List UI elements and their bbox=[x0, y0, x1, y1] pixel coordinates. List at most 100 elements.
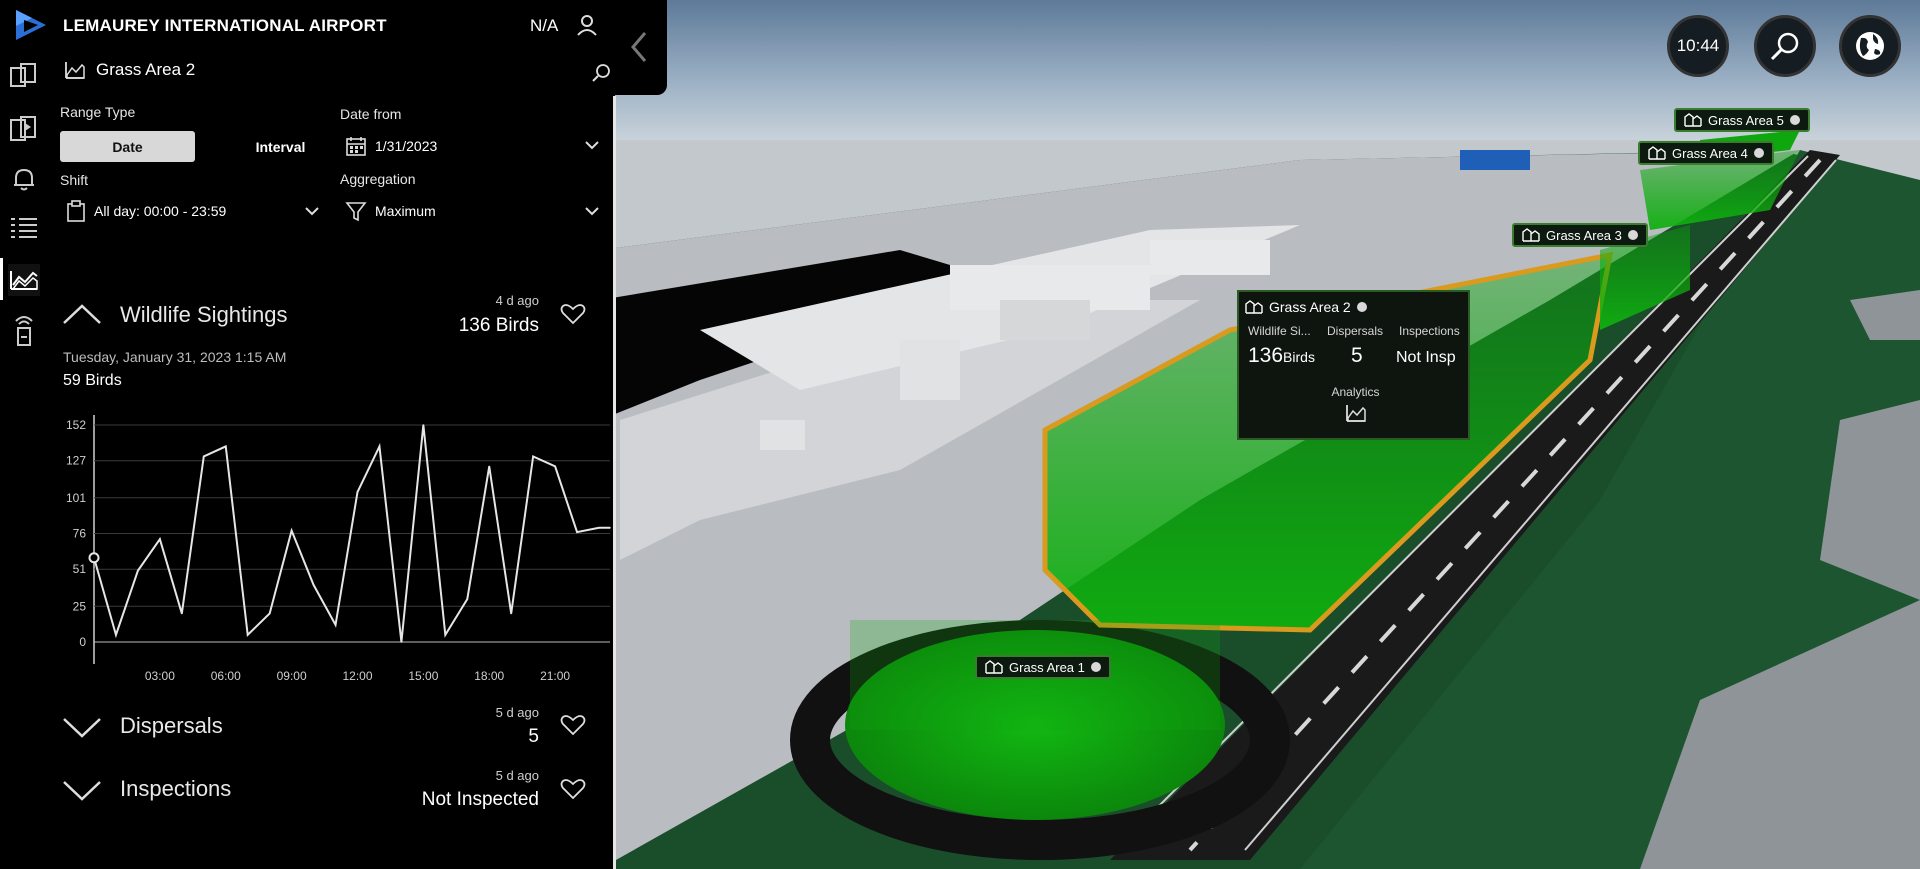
chevron-down-icon[interactable] bbox=[584, 140, 600, 150]
data-point bbox=[181, 612, 183, 615]
range-type-toggle: Date Interval bbox=[60, 131, 350, 162]
chevron-down-icon[interactable] bbox=[62, 779, 102, 801]
data-point bbox=[356, 491, 359, 493]
x-tick-label: 09:00 bbox=[277, 669, 307, 683]
collapse-panel-icon[interactable] bbox=[628, 30, 650, 64]
wildlife-section-title[interactable]: Wildlife Sightings bbox=[120, 302, 288, 328]
status-dot bbox=[1356, 302, 1367, 312]
shift-value: All day: 00:00 - 23:59 bbox=[94, 203, 227, 219]
inspections-ago: 5 d ago bbox=[495, 768, 539, 783]
range-interval-button[interactable]: Interval bbox=[213, 131, 348, 162]
y-tick-label: 152 bbox=[66, 418, 86, 432]
popup-title: Grass Area 2 bbox=[1269, 299, 1351, 315]
map-search-button[interactable] bbox=[1754, 15, 1816, 77]
data-point bbox=[137, 569, 139, 572]
search-icon bbox=[1770, 32, 1799, 61]
data-point bbox=[312, 584, 315, 586]
favorite-heart-icon[interactable] bbox=[560, 303, 586, 325]
data-point bbox=[334, 624, 337, 626]
shift-select[interactable]: All day: 00:00 - 23:59 bbox=[66, 200, 226, 222]
search-icon[interactable] bbox=[591, 63, 611, 83]
map-tag-grass-area-1[interactable]: Grass Area 1 bbox=[975, 655, 1111, 679]
data-point bbox=[115, 634, 117, 636]
y-tick-label: 101 bbox=[66, 491, 86, 505]
popup-header: Grass Area 2 bbox=[1245, 299, 1367, 315]
nav-rail bbox=[0, 0, 48, 869]
globe-button[interactable] bbox=[1839, 15, 1901, 77]
popup-col-dispersals-value: 5 bbox=[1351, 344, 1363, 367]
area-title: Grass Area 2 bbox=[96, 60, 196, 79]
active-indicator bbox=[0, 258, 3, 300]
line-chart-svg[interactable]: 0 25 51 76 101 127 152 03:00 06:00 09:00 12:00 15:0… bbox=[50, 405, 620, 695]
data-point bbox=[290, 529, 293, 532]
status-text: N/A bbox=[530, 16, 559, 35]
selected-point-time: Tuesday, January 31, 2023 1:15 AM bbox=[63, 349, 287, 365]
chevron-down-icon[interactable] bbox=[304, 206, 320, 216]
map-tag-grass-area-4[interactable]: Grass Area 4 bbox=[1638, 141, 1774, 165]
range-type-label: Range Type bbox=[60, 104, 136, 120]
inspections-section-title[interactable]: Inspections bbox=[120, 776, 231, 802]
map-tag-grass-area-3[interactable]: Grass Area 3 bbox=[1512, 223, 1648, 247]
date-from-picker[interactable]: 1/31/2023 bbox=[345, 135, 437, 157]
popup-wildlife-unit: Birds bbox=[1283, 349, 1315, 365]
data-point bbox=[609, 526, 611, 529]
dashboard-icon[interactable] bbox=[8, 60, 40, 92]
map-tag-grass-area-5[interactable]: Grass Area 5 bbox=[1674, 108, 1810, 132]
highlighted-point bbox=[88, 552, 100, 564]
area-pin-icon bbox=[985, 660, 1003, 674]
playback-icon[interactable] bbox=[8, 113, 40, 145]
wildlife-chart[interactable]: 0 25 51 76 101 127 152 03:00 06:00 09:00 12:00 15:0… bbox=[50, 405, 620, 695]
data-point bbox=[378, 445, 381, 448]
popup-analytics-label: Analytics bbox=[1331, 385, 1380, 399]
date-from-value: 1/31/2023 bbox=[375, 138, 438, 154]
wildlife-ago: 4 d ago bbox=[495, 293, 539, 308]
popup-col-inspections-value: Not Insp bbox=[1396, 349, 1456, 366]
x-tick-label: 12:00 bbox=[342, 669, 372, 683]
area-pin-icon bbox=[1522, 228, 1540, 242]
data-point bbox=[400, 641, 403, 643]
favorite-heart-icon[interactable] bbox=[560, 778, 586, 800]
list-icon[interactable] bbox=[8, 212, 40, 244]
user-icon[interactable] bbox=[576, 14, 598, 36]
data-point bbox=[554, 465, 556, 468]
y-tick-label: 0 bbox=[79, 635, 86, 649]
shift-label: Shift bbox=[60, 172, 89, 188]
y-tick-label: 51 bbox=[73, 562, 87, 576]
map-tag-label: Grass Area 1 bbox=[1009, 659, 1085, 675]
selected-point-value: 59 Birds bbox=[63, 372, 122, 389]
range-date-button[interactable]: Date bbox=[60, 131, 195, 162]
data-point bbox=[159, 538, 161, 541]
favorite-heart-icon[interactable] bbox=[560, 714, 586, 736]
clock-time: 10:44 bbox=[1676, 36, 1720, 55]
globe-icon bbox=[1856, 32, 1884, 60]
area-pin-icon bbox=[1245, 300, 1263, 314]
x-tick-label: 21:00 bbox=[540, 669, 570, 683]
analytics-icon[interactable] bbox=[8, 264, 40, 296]
x-tick-label: 06:00 bbox=[211, 669, 241, 683]
chevron-down-icon[interactable] bbox=[62, 716, 102, 738]
clock-button[interactable]: 10:44 bbox=[1667, 15, 1729, 77]
chevron-up-icon[interactable] bbox=[62, 303, 102, 325]
data-point bbox=[488, 465, 491, 468]
filter-icon bbox=[345, 202, 367, 222]
bell-icon[interactable] bbox=[8, 163, 40, 195]
status-dot bbox=[1090, 662, 1101, 672]
aggregation-select[interactable]: Maximum bbox=[345, 200, 436, 222]
calendar-icon bbox=[346, 137, 366, 156]
data-point bbox=[224, 445, 227, 448]
grass-area-2-popup[interactable]: Grass Area 2 Wildlife Si... 136Birds Dis… bbox=[1237, 290, 1470, 440]
y-tick-label: 76 bbox=[73, 527, 87, 541]
dispersals-value: 5 bbox=[528, 726, 539, 747]
sensor-icon[interactable] bbox=[8, 314, 40, 346]
aggregation-label: Aggregation bbox=[340, 171, 416, 187]
analytics-icon bbox=[1345, 405, 1366, 422]
dispersals-section-title[interactable]: Dispersals bbox=[120, 713, 223, 739]
data-point bbox=[202, 455, 205, 458]
dispersals-ago: 5 d ago bbox=[495, 705, 539, 720]
app-logo bbox=[16, 10, 46, 40]
popup-col-dispersals-label: Dispersals bbox=[1327, 324, 1384, 338]
chevron-down-icon[interactable] bbox=[584, 206, 600, 216]
status-dot bbox=[1753, 148, 1764, 158]
area-pin-icon bbox=[1648, 146, 1666, 160]
popup-analytics-button[interactable]: Analytics bbox=[1239, 385, 1472, 426]
